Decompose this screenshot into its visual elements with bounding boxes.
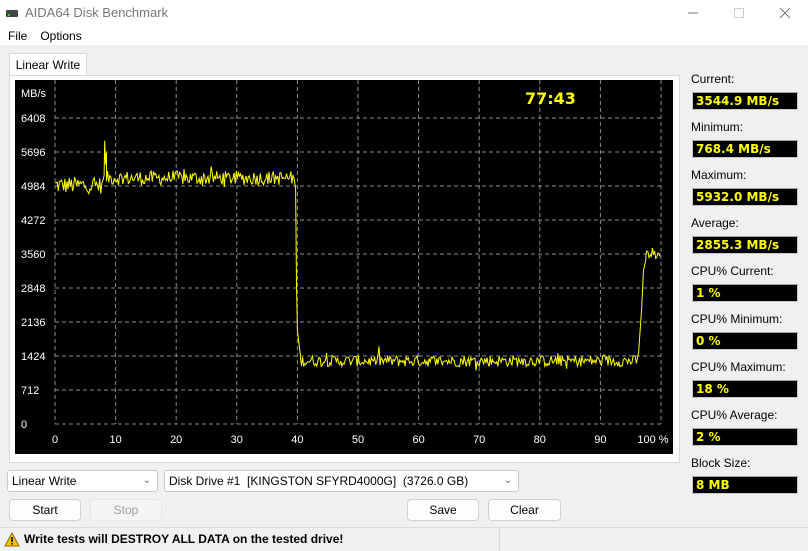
x-tick-label: 70 [473,434,485,446]
clear-button[interactable]: Clear [488,499,561,521]
stat-value: 5932.0 MB/s [692,188,798,206]
status-divider [499,528,500,551]
test-type-select[interactable]: Linear Write ⌄ [7,470,158,492]
stat-value: 1 % [692,284,798,302]
x-tick-label: 20 [170,434,182,446]
menu-file[interactable]: File [0,29,32,43]
x-tick-label: 80 [534,434,546,446]
drive-value: Disk Drive #1 [KINGSTON SFYRD4000G] (372… [169,474,469,488]
maximize-button[interactable] [716,0,762,26]
y-tick-label: 0 [21,419,27,431]
tab-linear-write[interactable]: Linear Write [9,53,87,76]
y-tick-label: 2136 [21,317,45,329]
stat-label: Block Size: [691,456,751,470]
stat-value: 768.4 MB/s [692,140,798,158]
menu-options[interactable]: Options [32,29,86,43]
drive-select[interactable]: Disk Drive #1 [KINGSTON SFYRD4000G] (372… [164,470,519,492]
stat-label: CPU% Current: [691,264,774,278]
minimize-button[interactable] [670,0,716,26]
y-tick-label: 3560 [21,249,45,261]
x-tick-label: 50 [352,434,364,446]
close-button[interactable] [762,0,808,26]
stat-label: Current: [691,72,735,86]
y-tick-label: 5696 [21,147,45,159]
x-tick-label: 90 [594,434,606,446]
x-tick-label: 40 [291,434,303,446]
stat-value: 18 % [692,380,798,398]
x-tick-label: 60 [412,434,424,446]
y-tick-label: 2848 [21,283,45,295]
disk-drive-icon [6,10,18,17]
y-axis-label: MB/s [21,88,47,100]
chevron-down-icon: ⌄ [142,475,151,486]
y-tick-label: 712 [21,385,39,397]
close-icon [780,8,790,18]
stat-value: 8 MB [692,476,798,494]
y-tick-label: 4984 [21,181,45,193]
stat-label: Average: [691,216,739,230]
test-type-value: Linear Write [12,474,77,488]
stat-value: 3544.9 MB/s [692,92,798,110]
x-tick-label: 10 [109,434,121,446]
stat-label: Maximum: [691,168,747,182]
title-bar: AIDA64 Disk Benchmark [0,0,808,26]
maximize-icon [734,8,744,18]
stat-value: 0 % [692,332,798,350]
save-button[interactable]: Save [407,499,479,521]
minimize-icon [688,12,698,14]
y-tick-label: 1424 [21,351,45,363]
x-tick-label: 100 % [637,434,668,446]
stat-label: Minimum: [691,120,744,134]
status-message: Write tests will DESTROY ALL DATA on the… [24,532,344,546]
window-title: AIDA64 Disk Benchmark [25,5,169,20]
y-tick-label: 4272 [21,215,45,227]
x-tick-label: 0 [52,434,58,446]
stat-value: 2855.3 MB/s [692,236,798,254]
chevron-down-icon: ⌄ [503,475,512,486]
elapsed-time: 77:43 [525,89,576,108]
stat-label: CPU% Minimum: [691,312,783,326]
stat-label: CPU% Maximum: [691,360,786,374]
benchmark-chart: 0 712 1424 2136 2848 3560 4272 4984 5696 6408 MB/s… [15,80,673,454]
y-tick-label: 6408 [21,113,45,125]
warning-icon [4,532,20,547]
x-tick-label: 30 [231,434,243,446]
stop-button[interactable]: Stop [90,499,162,521]
start-button[interactable]: Start [9,499,81,521]
status-bar: Write tests will DESTROY ALL DATA on the… [0,527,808,551]
stat-value: 2 % [692,428,798,446]
stat-label: CPU% Average: [691,408,778,422]
menu-bar: File Options [0,26,808,45]
chart-svg: 0 712 1424 2136 2848 3560 4272 4984 5696 6408 MB/s… [21,80,669,446]
